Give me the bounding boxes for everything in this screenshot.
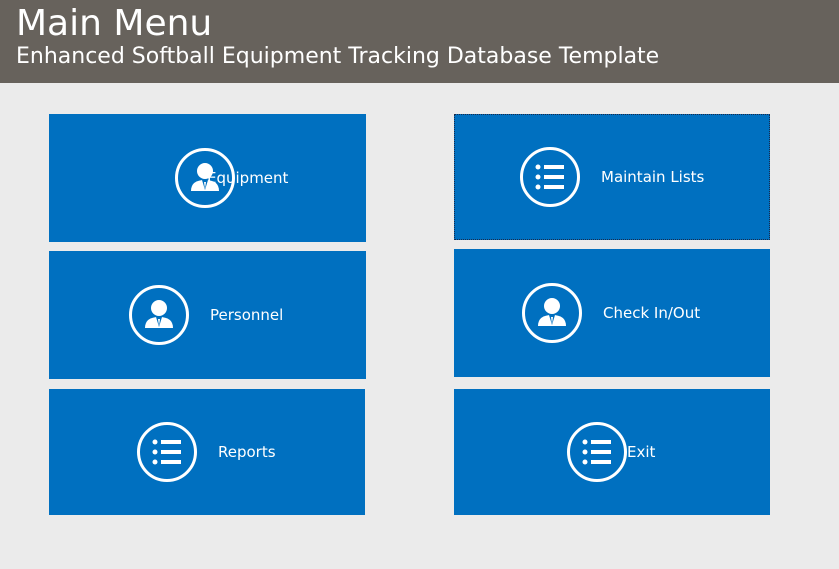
check-in-out-label: Check In/Out bbox=[603, 304, 701, 322]
reports-label: Reports bbox=[218, 443, 276, 461]
check-in-out-button[interactable]: Check In/Out bbox=[454, 249, 770, 377]
exit-label: Exit bbox=[627, 443, 656, 461]
person-icon bbox=[129, 285, 189, 345]
reports-button[interactable]: Reports bbox=[49, 389, 365, 515]
page-title: Main Menu bbox=[16, 3, 213, 44]
person-icon bbox=[522, 283, 582, 343]
list-icon bbox=[520, 147, 580, 207]
page-subtitle: Enhanced Softball Equipment Tracking Dat… bbox=[16, 44, 660, 69]
personnel-button[interactable]: Personnel bbox=[49, 251, 366, 379]
maintain-lists-label: Maintain Lists bbox=[601, 168, 705, 186]
maintain-lists-button[interactable]: Maintain Lists bbox=[454, 114, 770, 240]
equipment-label: Equipment bbox=[207, 169, 289, 187]
personnel-label: Personnel bbox=[210, 306, 284, 324]
exit-button[interactable]: Exit bbox=[454, 389, 770, 515]
equipment-button[interactable]: Equipment bbox=[49, 114, 366, 242]
list-icon bbox=[567, 422, 627, 482]
title-bar: Main Menu Enhanced Softball Equipment Tr… bbox=[0, 0, 839, 83]
list-icon bbox=[137, 422, 197, 482]
